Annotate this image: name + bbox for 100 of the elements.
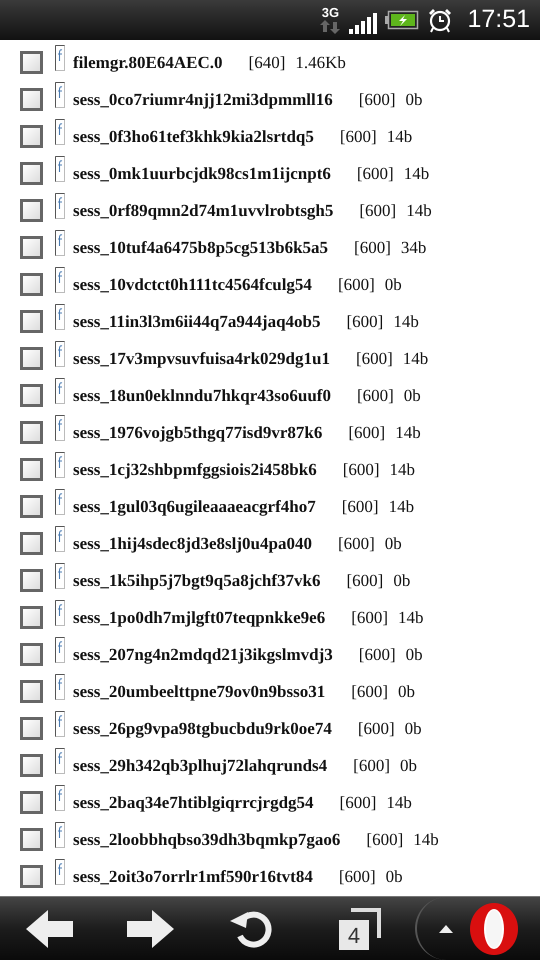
checkbox[interactable] (20, 347, 43, 370)
file-size: 14b (406, 200, 432, 222)
checkbox[interactable] (20, 88, 43, 111)
file-size: 0b (406, 644, 423, 666)
file-icon (55, 563, 65, 589)
signal-icon (349, 12, 378, 34)
file-icon (55, 45, 65, 71)
file-size: 14b (413, 828, 439, 851)
checkbox[interactable] (20, 273, 43, 296)
file-name[interactable]: sess_10tuf4a6475b8p5cg513b6k5a5 (73, 234, 328, 260)
file-icon (55, 526, 65, 552)
file-name[interactable]: sess_0co7riumr4njj12mi3dpmmll16 (73, 86, 333, 112)
file-icon (55, 304, 65, 330)
checkbox[interactable] (20, 532, 43, 555)
caret-up-icon (438, 924, 452, 932)
checkbox[interactable] (20, 199, 43, 222)
file-icon (55, 378, 65, 404)
file-icon (55, 452, 65, 478)
file-name[interactable]: sess_17v3mpvsuvfuisa4rk029dg1u1 (73, 346, 330, 372)
file-permissions: [600] (351, 606, 388, 629)
file-size: 14b (398, 606, 424, 629)
file-permissions: [600] (348, 422, 386, 444)
checkbox[interactable] (20, 495, 43, 518)
alarm-clock-icon (427, 7, 454, 33)
file-name[interactable]: sess_2loobbhqbso39dh3bqmkp7gao6 (73, 826, 340, 852)
checkbox[interactable] (20, 569, 43, 592)
tabs-button[interactable]: 4 (305, 897, 415, 960)
file-permissions: [600] (346, 310, 384, 333)
file-icon (55, 711, 65, 737)
file-name[interactable]: sess_0rf89qmn2d74m1uvvlrobtsgh5 (73, 198, 334, 224)
file-icon (55, 785, 65, 811)
file-name[interactable]: sess_1k5ihp5j7bgt9q5a8jchf37vk6 (73, 568, 320, 594)
file-name[interactable]: sess_0mk1uurbcjdk98cs1m1ijcnpt6 (73, 160, 331, 186)
file-icon (55, 822, 65, 848)
file-permissions: [600] (342, 496, 379, 518)
file-icon (55, 748, 65, 774)
file-permissions: [600] (358, 644, 396, 666)
file-icon (55, 193, 65, 219)
checkbox[interactable] (20, 310, 43, 333)
file-icon (55, 341, 65, 367)
file-icon (55, 267, 65, 293)
file-name[interactable]: sess_1976vojgb5thgq77isd9vr87k6 (73, 420, 322, 446)
checkbox[interactable] (20, 162, 43, 185)
checkbox[interactable] (20, 236, 43, 259)
file-name[interactable]: sess_29h342qb3plhuj72lahqrunds4 (73, 752, 328, 778)
file-size: 14b (395, 422, 421, 444)
file-permissions: [600] (366, 828, 404, 851)
file-permissions: [600] (340, 792, 376, 814)
file-permissions: [600] (358, 718, 395, 740)
file-name[interactable]: sess_1po0dh7mjlgft07teqpnkke9e6 (73, 604, 326, 630)
file-size: 0b (404, 718, 422, 740)
clock-time: 17:51 (467, 4, 530, 36)
file-size: 14b (393, 310, 419, 333)
file-permissions: [600] (346, 570, 384, 592)
file-icon (55, 230, 65, 256)
file-permissions: [640] (248, 52, 286, 74)
checkbox[interactable] (20, 643, 43, 666)
file-permissions: [600] (340, 126, 377, 148)
checkbox[interactable] (20, 606, 43, 629)
checkbox[interactable] (20, 680, 43, 703)
checkbox[interactable] (20, 717, 43, 740)
file-size: 0b (393, 570, 410, 592)
file-name[interactable]: sess_11in3l3m6ii44q7a944jaq4ob5 (73, 308, 320, 334)
file-name[interactable]: sess_26pg9vpa98tgbucbdu9rk0oe74 (73, 716, 332, 742)
checkbox[interactable] (20, 865, 43, 888)
file-name[interactable]: sess_207ng4n2mdqd21j3ikgslmvdj3 (73, 642, 333, 668)
file-permissions: [600] (342, 458, 380, 481)
file-permissions: [600] (354, 236, 391, 259)
file-permissions: [600] (338, 532, 375, 555)
file-icon (55, 156, 65, 182)
network-type: 3G (322, 6, 340, 20)
file-name[interactable]: sess_1gul03q6ugileaaaeacgrf4ho7 (73, 494, 316, 520)
file-icon (55, 859, 65, 885)
file-name[interactable]: sess_0f3ho61tef3khk9kia2lsrtdq5 (73, 124, 314, 150)
checkbox[interactable] (20, 421, 43, 444)
opera-logo-icon (468, 902, 518, 956)
file-name[interactable]: sess_2oit3o7orrlr1mf590r16tvt84 (73, 864, 313, 890)
checkbox[interactable] (20, 458, 43, 481)
file-name[interactable]: sess_2baq34e7htiblgiqrrcjrgdg54 (73, 790, 314, 816)
file-permissions: [600] (351, 680, 388, 703)
file-name[interactable]: sess_18un0eklnndu7hkqr43so6uuf0 (73, 382, 331, 408)
file-permissions: [600] (356, 384, 394, 407)
back-arrow-icon (26, 910, 74, 948)
file-name[interactable]: sess_20umbeelttpne79ov0n9bsso31 (73, 678, 326, 704)
checkbox[interactable] (20, 754, 43, 777)
checkbox[interactable] (20, 828, 43, 851)
file-name[interactable]: filemgr.80E64AEC.0 (73, 50, 223, 76)
checkbox[interactable] (20, 384, 43, 407)
checkbox[interactable] (20, 51, 43, 74)
file-name[interactable]: sess_10vdctct0h111tc4564fculg54 (73, 272, 312, 298)
file-size: 0b (384, 274, 402, 296)
file-permissions: [600] (356, 162, 394, 185)
file-name[interactable]: sess_1cj32shbpmfggsiois2i458bk6 (73, 456, 317, 482)
file-icon (55, 415, 65, 441)
file-permissions: [600] (353, 754, 390, 777)
file-size: 14b (390, 458, 416, 481)
file-name[interactable]: sess_1hij4sdec8jd3e8slj0u4pa040 (73, 530, 312, 556)
checkbox[interactable] (20, 791, 43, 814)
checkbox[interactable] (20, 125, 43, 148)
file-permissions: [600] (358, 88, 396, 111)
